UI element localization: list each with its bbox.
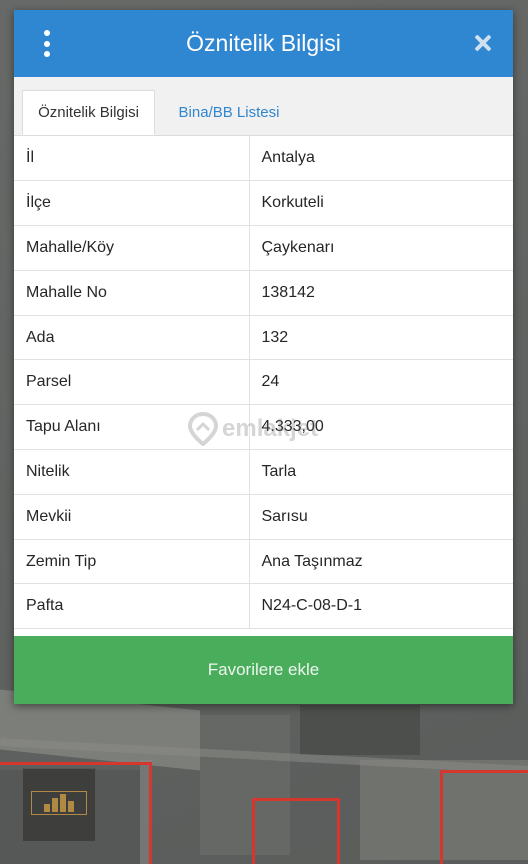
attribute-label: Tapu Alanı (14, 404, 250, 451)
attribute-label: Mahalle No (14, 269, 250, 316)
table-row: Parsel 24 (14, 359, 513, 406)
dialog-header: Öznitelik Bilgisi (14, 10, 513, 77)
table-row: Zemin Tip Ana Taşınmaz (14, 538, 513, 585)
attribute-label: İl (14, 136, 250, 182)
attribute-label: Mahalle/Köy (14, 225, 250, 271)
attribute-value: 132 (248, 314, 513, 361)
add-to-favorites-button[interactable]: Favorilere ekle (14, 636, 513, 704)
attribute-value: 4.333,00 (248, 404, 513, 451)
attribute-value: Sarısu (248, 493, 513, 540)
parcel-outline (252, 798, 340, 864)
table-row: Ada 132 (14, 314, 513, 361)
attribute-label: Mevkii (14, 493, 250, 540)
table-row: İl Antalya (14, 136, 513, 182)
attribute-info-dialog: Öznitelik Bilgisi Öznitelik Bilgisi Bina… (14, 10, 513, 704)
attribute-label: Nitelik (14, 449, 250, 495)
attribute-table: İl Antalya İlçe Korkuteli Mahalle/Köy Ça… (14, 136, 513, 630)
attribute-label: İlçe (14, 180, 250, 227)
attribute-value: Çaykenarı (248, 225, 513, 271)
agency-logo (22, 768, 96, 842)
close-icon[interactable] (471, 30, 495, 56)
table-row: Nitelik Tarla (14, 449, 513, 495)
tab-building-list[interactable]: Bina/BB Listesi (164, 90, 294, 135)
table-row: Pafta N24-C-08-D-1 (14, 583, 513, 630)
building-logo-icon (31, 791, 87, 815)
tab-attribute-info[interactable]: Öznitelik Bilgisi (22, 90, 155, 135)
attribute-label: Parsel (14, 359, 250, 406)
tab-bar: Öznitelik Bilgisi Bina/BB Listesi (14, 77, 513, 136)
attribute-label: Zemin Tip (14, 538, 250, 585)
attribute-value: N24-C-08-D-1 (248, 583, 513, 630)
attribute-value: Antalya (248, 136, 513, 182)
attribute-label: Ada (14, 314, 250, 361)
attribute-value: Tarla (248, 449, 513, 495)
table-row: Mahalle/Köy Çaykenarı (14, 225, 513, 271)
attribute-value: 138142 (248, 269, 513, 316)
attribute-value: Korkuteli (248, 180, 513, 227)
table-row: Tapu Alanı 4.333,00 (14, 404, 513, 451)
attribute-value: 24 (248, 359, 513, 406)
attribute-label: Pafta (14, 583, 250, 630)
table-row: Mevkii Sarısu (14, 493, 513, 540)
table-row: İlçe Korkuteli (14, 180, 513, 227)
table-row: Mahalle No 138142 (14, 269, 513, 316)
kebab-menu-icon[interactable] (42, 30, 52, 57)
attribute-value: Ana Taşınmaz (248, 538, 513, 585)
parcel-outline (440, 770, 528, 864)
dialog-title: Öznitelik Bilgisi (186, 30, 341, 56)
